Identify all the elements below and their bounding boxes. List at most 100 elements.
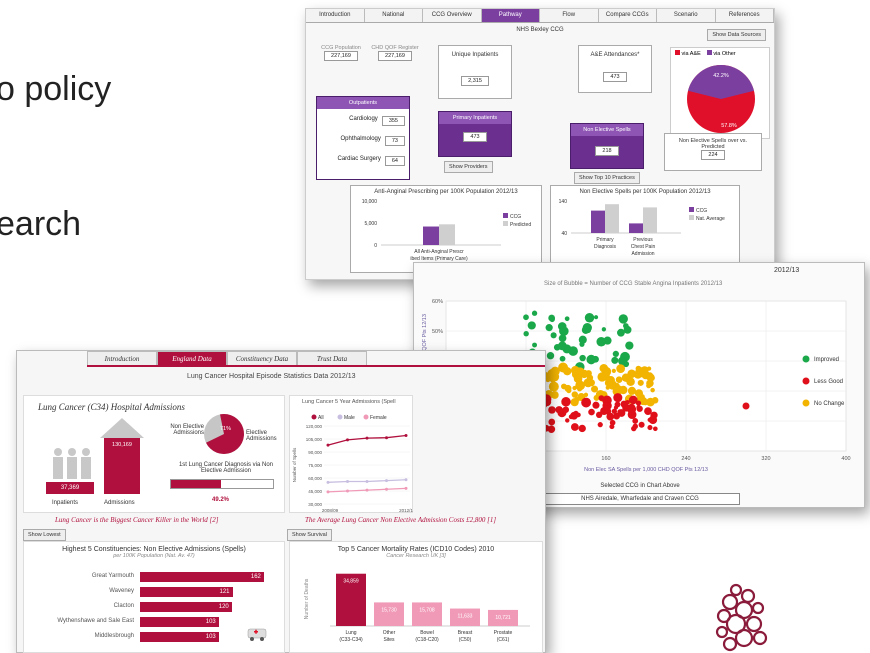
scatter-point <box>532 342 538 348</box>
legend-label: No Change <box>814 401 845 407</box>
bar-avg <box>605 204 619 233</box>
scatter-point <box>647 425 653 431</box>
ambulance-icon <box>247 628 267 641</box>
ccg-population-value: 227,169 <box>324 51 358 61</box>
show-top10-button[interactable]: Show Top 10 Practices <box>574 172 640 184</box>
scatter-point <box>561 383 567 390</box>
mortality-value: 11,633 <box>458 614 473 620</box>
scatter-point <box>627 369 636 379</box>
tab-england-data[interactable]: England Data <box>157 351 227 365</box>
tab-ccg-overview[interactable]: CCG Overview <box>423 9 482 22</box>
admissions-bar: 130,169 <box>104 438 140 494</box>
first-diag-bar <box>170 479 274 489</box>
scatter-point <box>615 376 623 384</box>
tab-trust-data[interactable]: Trust Data <box>297 351 367 365</box>
series-point <box>385 436 388 440</box>
series-point <box>404 478 408 482</box>
x-tick-label: 2012/1 <box>399 508 413 513</box>
show-data-sources-button[interactable]: Show Data Sources <box>707 29 766 41</box>
scatter-point <box>586 374 594 381</box>
legend-ae: via A&E <box>675 50 701 57</box>
cost-text: The Average Lung Cancer Non Elective Adm… <box>305 516 497 524</box>
constituency-bar[interactable]: 103 <box>140 632 219 642</box>
scatter-point <box>570 411 578 420</box>
pie-label-ae: 57.8% <box>721 123 737 129</box>
outpatients-row: Cardiac Surgery 64 <box>321 156 405 166</box>
show-lowest-button[interactable]: Show Lowest <box>23 529 66 541</box>
constituency-bar[interactable]: 120 <box>140 602 232 612</box>
series-point <box>346 438 349 442</box>
scatter-point <box>550 366 560 376</box>
y-tick-label: 0 <box>374 243 377 249</box>
outpatients-row-label: Cardiology <box>349 116 378 122</box>
killer-text: Lung Cancer is the Biggest Cancer Killer… <box>55 516 219 524</box>
outpatients-row-label: Ophthalmology <box>340 136 381 142</box>
mortality-value: 15,708 <box>419 607 435 613</box>
scatter-point <box>650 411 658 419</box>
show-providers-button[interactable]: Show Providers <box>444 161 493 173</box>
inpatients-label: Inpatients <box>52 500 79 506</box>
tab-flow[interactable]: Flow <box>540 9 599 22</box>
legend-swatch <box>802 377 810 385</box>
constituency-sub: per 100K Population (Nat. Av. 47) <box>113 553 195 559</box>
constituency-bar[interactable]: 103 <box>140 617 219 627</box>
first-diag-label: 1st Lung Cancer Diagnosis via Non Electi… <box>178 462 274 474</box>
mortality-label: Other <box>383 630 396 636</box>
tab-introduction[interactable]: Introduction <box>306 9 365 22</box>
constituency-title: Highest 5 Constituencies: Non Elective A… <box>62 546 246 553</box>
logo-circle <box>752 630 768 646</box>
constituency-label: Clacton <box>113 603 134 609</box>
scatter-point <box>620 351 630 362</box>
constituency-bar[interactable]: 121 <box>140 587 233 597</box>
show-survival-button[interactable]: Show Survival <box>287 529 332 541</box>
outpatients-row-value: 73 <box>384 136 405 146</box>
scatter-point <box>558 334 567 343</box>
unique-inpatients-box: Unique Inpatients 2,315 <box>438 45 512 99</box>
tab-compare-ccgs[interactable]: Compare CCGs <box>598 9 657 22</box>
outpatients-row-value: 355 <box>381 116 405 126</box>
scatter-point <box>586 354 596 365</box>
constituency-bar[interactable]: 162 <box>140 572 264 582</box>
selected-ccg-select[interactable]: NHS Airedale, Wharfedale and Craven CCG <box>540 493 740 505</box>
tab-scenario[interactable]: Scenario <box>657 9 716 22</box>
ae-label: A&E Attendances* <box>590 52 640 58</box>
scatter-point <box>597 422 603 428</box>
category-label: Admission <box>631 251 654 257</box>
constituency-label: Great Yarmouth <box>91 573 134 579</box>
scatter-point <box>606 412 615 421</box>
scatter-point <box>623 323 629 329</box>
scatter-point <box>584 313 595 323</box>
scatter-point <box>627 386 637 395</box>
tab-introduction[interactable]: Introduction <box>87 351 157 365</box>
chd-qof-value: 227,169 <box>378 51 412 61</box>
mortality-label: (C61) <box>497 637 510 643</box>
non-elective-chart-panel: Non Elective Spells per 100K Population … <box>550 185 740 273</box>
scatter-point <box>609 424 615 430</box>
y-tick-label: 10,000 <box>362 199 378 205</box>
scatter-point <box>581 397 592 408</box>
tab-national[interactable]: National <box>364 9 423 22</box>
y-tick-label: 40 <box>561 231 567 237</box>
people-icon <box>53 448 91 479</box>
mortality-label: (C50) <box>459 637 472 643</box>
mortality-label: (C18-C20) <box>415 637 439 643</box>
scatter-point <box>650 387 655 393</box>
bar-ccg <box>629 223 643 233</box>
logo-circle <box>729 583 743 597</box>
mortality-sub: Cancer Research UK [3] <box>386 553 446 559</box>
non-elective-box: Non Elective Spells 218 <box>570 123 644 169</box>
tab-references[interactable]: References <box>715 9 774 22</box>
scatter-point <box>561 397 571 407</box>
outpatients-box: Outpatients Cardiology 355 Ophthalmology 7… <box>316 96 410 180</box>
admissions-value: 130,169 <box>112 442 132 448</box>
scatter-point <box>559 326 569 336</box>
constituency-label: Middlesbrough <box>94 633 134 639</box>
scatter-point <box>611 368 616 373</box>
series-point <box>385 487 388 491</box>
outpatients-row: Cardiology 355 <box>321 116 405 126</box>
tab-pathway[interactable]: Pathway <box>481 9 540 22</box>
bar <box>423 226 439 245</box>
tab-constituency-data[interactable]: Constituency Data <box>227 351 297 365</box>
scatter-point <box>546 352 555 360</box>
legend-label: Nat. Average <box>696 216 725 222</box>
